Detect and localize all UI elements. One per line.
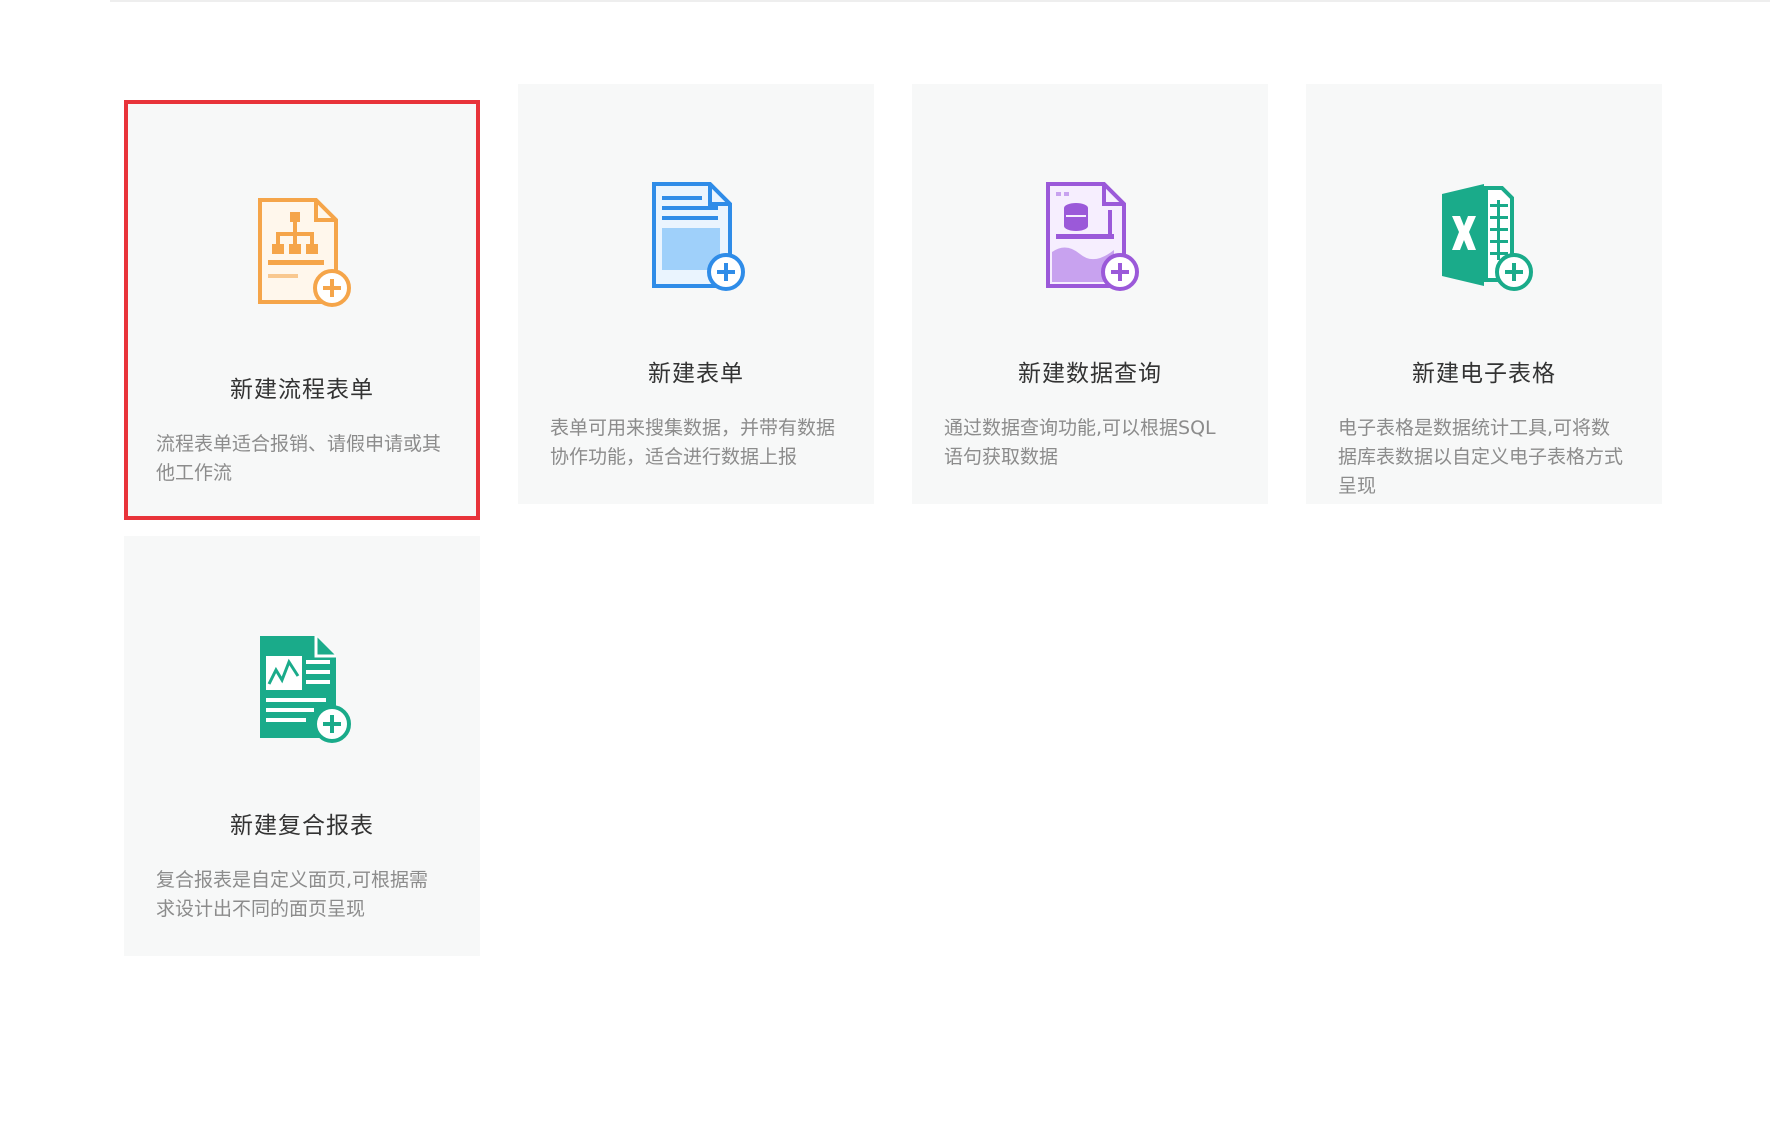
card-new-spreadsheet[interactable]: 新建电子表格 电子表格是数据统计工具,可将数据库表数据以自定义电子表格方式呈现 <box>1306 84 1662 504</box>
card-description: 电子表格是数据统计工具,可将数据库表数据以自定义电子表格方式呈现 <box>1338 417 1624 497</box>
spreadsheet-add-icon <box>1306 180 1662 296</box>
card-new-composite-report[interactable]: 新建复合报表 复合报表是自定义面页,可根据需求设计出不同的面页呈现 <box>124 536 480 956</box>
composite-report-add-icon <box>124 632 480 748</box>
card-description: 流程表单适合报销、请假申请或其他工作流 <box>156 433 442 484</box>
card-title: 新建表单 <box>648 361 744 387</box>
card-title: 新建复合报表 <box>230 813 374 839</box>
card-new-form[interactable]: 新建表单 表单可用来搜集数据，并带有数据协作功能，适合进行数据上报 <box>518 84 874 504</box>
card-new-data-query[interactable]: 新建数据查询 通过数据查询功能,可以根据SQL语句获取数据 <box>912 84 1268 504</box>
card-description: 复合报表是自定义面页,可根据需求设计出不同的面页呈现 <box>156 869 429 920</box>
top-divider <box>110 0 1770 2</box>
card-title: 新建电子表格 <box>1412 361 1556 387</box>
card-description: 通过数据查询功能,可以根据SQL语句获取数据 <box>944 417 1216 468</box>
card-description: 表单可用来搜集数据，并带有数据协作功能，适合进行数据上报 <box>550 417 836 468</box>
data-query-add-icon <box>912 180 1268 296</box>
card-new-workflow-form[interactable]: 新建流程表单 流程表单适合报销、请假申请或其他工作流 <box>124 100 480 520</box>
form-add-icon <box>518 180 874 296</box>
card-title: 新建流程表单 <box>230 377 374 403</box>
card-title: 新建数据查询 <box>1018 361 1162 387</box>
workflow-form-add-icon <box>128 196 476 312</box>
